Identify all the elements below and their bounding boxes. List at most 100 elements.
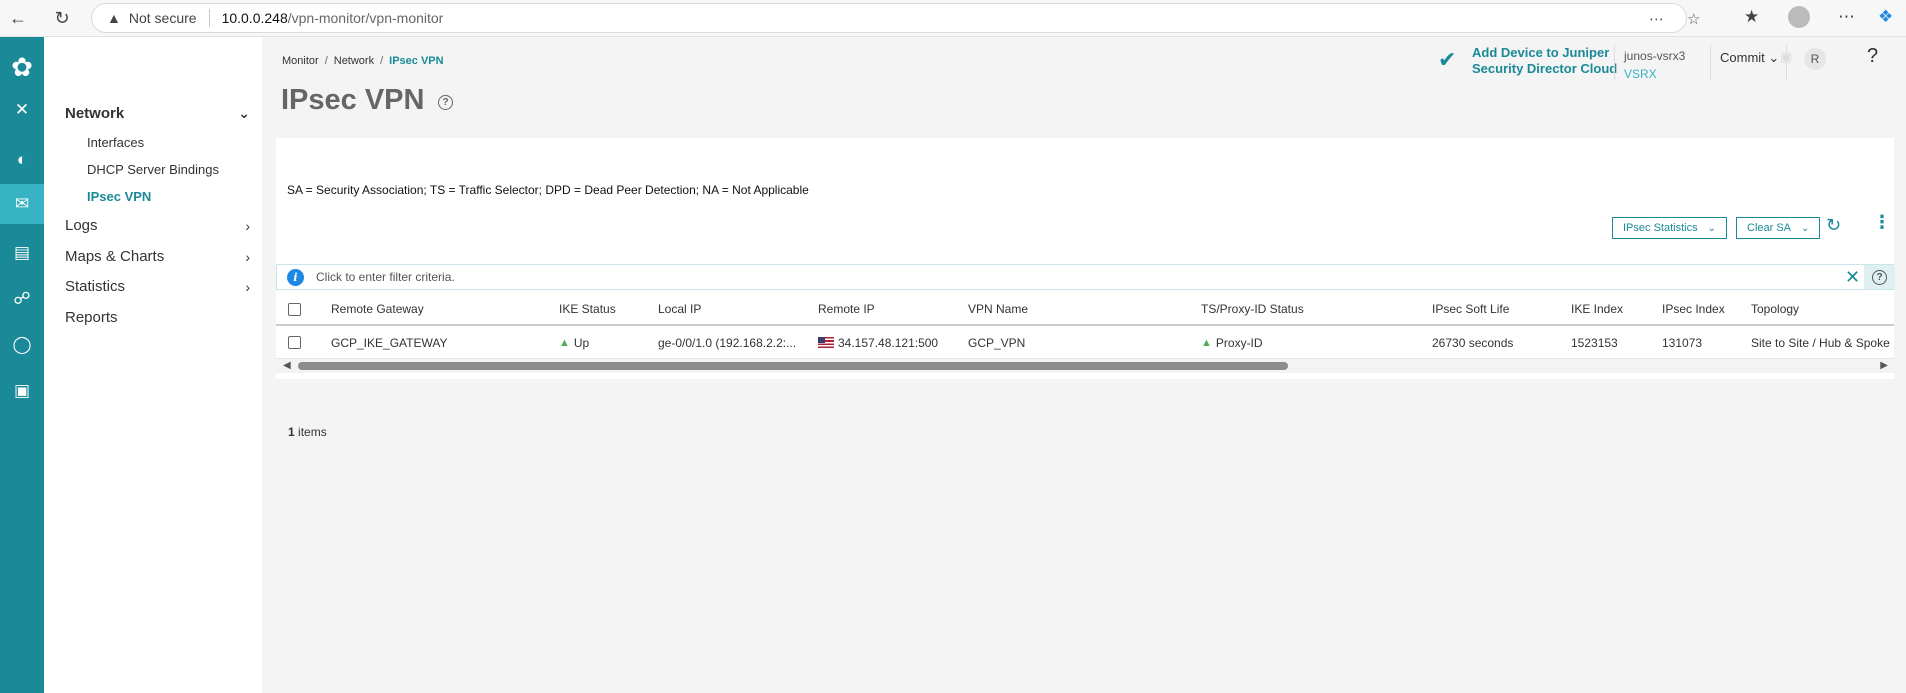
vpn-grid-card: SA = Security Association; TS = Traffic … <box>276 138 1895 439</box>
more-options-icon[interactable]: ⋮ <box>1873 212 1891 233</box>
main-content: Monitor / Network / IPsec VPN IPsec VPN ? ✔ … <box>262 37 1906 693</box>
device-info: junos-vsrx3 VSRX <box>1624 47 1685 83</box>
nav-group-label: Logs <box>65 217 98 234</box>
column-header[interactable]: IKE Status <box>559 294 616 324</box>
nav-item-interfaces[interactable]: Interfaces <box>87 135 144 150</box>
devices-icon[interactable]: ▤ <box>0 233 44 273</box>
nav-group-label: Reports <box>65 309 118 326</box>
select-all-checkbox[interactable] <box>288 294 301 324</box>
breadcrumb-separator: / <box>324 55 328 67</box>
profile-icon[interactable] <box>1788 6 1810 28</box>
nav-group-maps-charts[interactable]: Maps & Charts › <box>65 248 250 265</box>
scrollbar-thumb[interactable] <box>298 362 1288 370</box>
warning-icon: ▲ <box>107 10 121 26</box>
button-label: IPsec Statistics <box>1623 222 1698 234</box>
chevron-right-icon: › <box>245 217 250 234</box>
refresh-icon[interactable]: ↻ <box>1826 215 1841 236</box>
row-checkbox[interactable] <box>288 327 301 358</box>
column-header[interactable]: VPN Name <box>968 294 1028 324</box>
column-header[interactable]: Remote Gateway <box>331 294 424 324</box>
divider <box>208 9 210 27</box>
breadcrumb-monitor[interactable]: Monitor <box>282 55 319 67</box>
cell-ts-status: ▲ Proxy-ID <box>1201 327 1263 358</box>
url-host: 10.0.0.248 <box>221 10 288 26</box>
favorites-icon[interactable]: ★ <box>1744 7 1759 27</box>
column-header[interactable]: IKE Index <box>1571 294 1623 324</box>
nav-group-label: Statistics <box>65 278 126 295</box>
help-question-icon[interactable]: ? <box>1867 45 1878 68</box>
info-icon: i <box>287 268 304 286</box>
column-header[interactable]: TS/Proxy-ID Status <box>1201 294 1304 324</box>
copilot-icon[interactable]: ❖ <box>1878 7 1893 27</box>
monitor-icon[interactable]: ✉ <box>0 184 44 224</box>
clear-sa-button[interactable]: Clear SA ⌄ <box>1736 217 1821 239</box>
filter-bar[interactable]: i Click to enter filter criteria. ✕ ? <box>276 264 1895 290</box>
help-icon[interactable]: ? <box>438 95 453 110</box>
cell-vpn-name: GCP_VPN <box>968 335 1026 350</box>
button-label: Clear SA <box>1747 222 1792 234</box>
horizontal-scrollbar[interactable]: ◀ ▶ <box>276 359 1894 373</box>
column-header[interactable]: Topology <box>1751 294 1799 324</box>
icon-rail: ✿ ✕ ◐ ✉ ▤ ☍ ◯ ▣ <box>0 37 44 693</box>
back-icon[interactable]: ← <box>6 6 30 30</box>
address-bar[interactable]: ▲ Not secure 10.0.0.248 /vpn-monitor/vpn… <box>91 3 1700 33</box>
lock-icon[interactable]: ▣ <box>0 371 44 411</box>
security-shield-icon[interactable]: ◯ <box>0 325 44 365</box>
ipsec-statistics-button[interactable]: IPsec Statistics ⌄ <box>1612 217 1727 239</box>
column-header[interactable]: IPsec Soft Life <box>1432 294 1509 324</box>
nav-group-statistics[interactable]: Statistics › <box>65 278 250 295</box>
security-status[interactable]: Not secure <box>129 10 197 26</box>
page-title: IPsec VPN <box>281 84 425 116</box>
ike-status-text: Up <box>573 335 590 350</box>
nav-group-label: Network <box>65 105 125 122</box>
breadcrumb: Monitor / Network / IPsec VPN <box>282 55 444 67</box>
clear-filter-icon[interactable]: ✕ <box>1845 267 1860 288</box>
filter-help-button[interactable]: ? <box>1864 265 1895 289</box>
divider <box>1614 45 1615 81</box>
column-header[interactable]: Local IP <box>658 294 701 324</box>
cell-remote-gateway: GCP_IKE_GATEWAY <box>331 335 448 350</box>
nav-item-reports[interactable]: Reports <box>65 309 250 326</box>
column-header[interactable]: IPsec Index <box>1662 294 1725 324</box>
status-up-icon: ▲ <box>559 336 570 349</box>
us-flag-icon <box>818 337 834 348</box>
side-nav: Network ⌄ Interfaces DHCP Server Binding… <box>44 37 262 693</box>
ts-status-text: Proxy-ID <box>1215 335 1263 350</box>
nav-group-label: Maps & Charts <box>65 248 165 265</box>
favorite-star-icon[interactable]: ☆ <box>1687 10 1700 28</box>
more-menu-icon[interactable]: ⋯ <box>1838 7 1855 27</box>
scroll-right-icon[interactable]: ▶ <box>1880 360 1888 371</box>
juniper-logo-icon: ✿ <box>11 51 33 82</box>
remote-ip-text: 34.157.48.121:500 <box>838 335 939 350</box>
avatar[interactable]: R <box>1804 48 1826 70</box>
cell-remote-ip: 34.157.48.121:500 <box>818 327 938 358</box>
help-icon: ? <box>1872 269 1887 285</box>
breadcrumb-network[interactable]: Network <box>334 55 374 67</box>
nav-group-network[interactable]: Network ⌄ <box>65 105 250 122</box>
chevron-down-icon: ⌄ <box>1768 50 1780 65</box>
reload-icon[interactable]: ↻ <box>50 6 74 30</box>
nav-item-ipsec-vpn[interactable]: IPsec VPN <box>87 189 151 204</box>
commit-menu[interactable]: Commit ⌄ <box>1720 50 1779 66</box>
column-header[interactable]: Remote IP <box>818 294 875 324</box>
nav-item-dhcp-bindings[interactable]: DHCP Server Bindings <box>87 162 219 177</box>
cell-topology: Site to Site / Hub & Spoke <box>1751 335 1890 350</box>
url-path: /vpn-monitor/vpn-monitor <box>287 10 444 26</box>
filter-input[interactable]: Click to enter filter criteria. <box>316 270 455 284</box>
close-icon[interactable]: ✕ <box>0 90 44 130</box>
add-device-jsd-link[interactable]: ✔ Add Device to Juniper Security Directo… <box>1438 45 1617 77</box>
cell-soft-life: 26730 seconds <box>1432 335 1514 350</box>
reader-icon[interactable]: ⋯ <box>1649 10 1664 28</box>
dashboard-icon[interactable]: ◐ <box>0 140 44 180</box>
jsd-line-2: Security Director Cloud <box>1472 61 1618 76</box>
chevron-down-icon: ⌄ <box>1707 222 1716 234</box>
scroll-left-icon[interactable]: ◀ <box>283 360 291 371</box>
table-row[interactable]: GCP_IKE_GATEWAY ▲ Up ge-0/0/1.0 (192.168.… <box>276 327 1894 359</box>
table-header: Remote Gateway IKE Status Local IP Remot… <box>276 294 1894 326</box>
network-share-icon[interactable]: ☍ <box>0 279 44 319</box>
nav-group-logs[interactable]: Logs › <box>65 217 250 234</box>
commit-label: Commit <box>1720 50 1765 65</box>
chevron-down-icon: ⌄ <box>238 105 250 121</box>
status-up-icon: ▲ <box>1201 336 1212 349</box>
breadcrumb-current: IPsec VPN <box>389 55 444 67</box>
